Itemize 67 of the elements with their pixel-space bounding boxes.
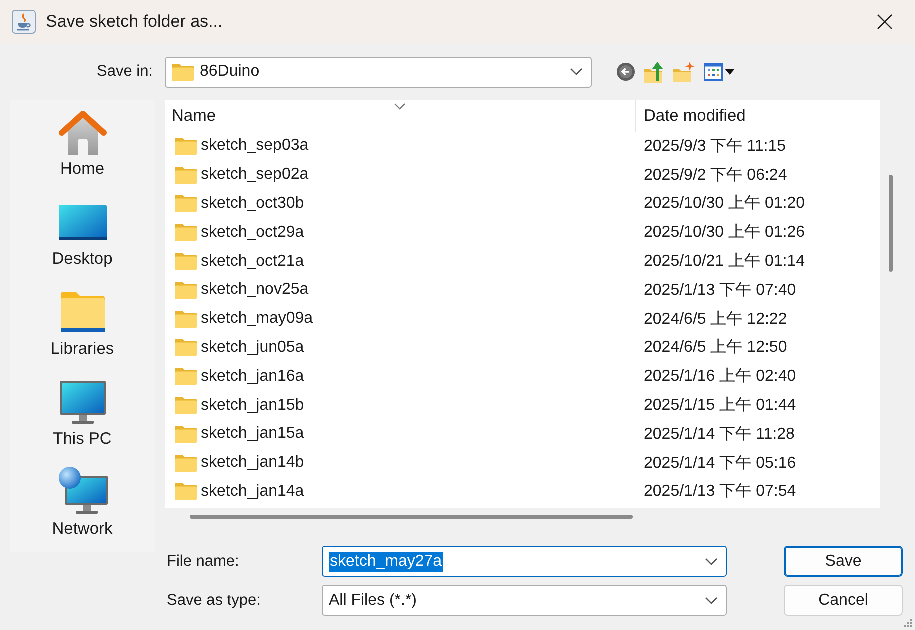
save-button[interactable]: Save	[784, 546, 903, 577]
close-icon[interactable]	[877, 14, 893, 30]
file-name: sketch_jan14b	[201, 454, 304, 472]
save-in-label: Save in:	[96, 63, 153, 81]
folder-icon	[175, 310, 197, 328]
caret-icon[interactable]	[725, 69, 735, 75]
date-modified: 2025/10/30 上午 01:20	[643, 194, 806, 214]
scrollbar-thumb[interactable]	[889, 175, 893, 272]
place-item[interactable]: Home	[10, 100, 155, 190]
file-name: sketch_jan16a	[201, 368, 304, 386]
folder-icon	[175, 454, 197, 472]
folder-icon	[175, 397, 197, 414]
folder-icon	[175, 483, 197, 500]
file-name: sketch_jan15b	[201, 396, 304, 415]
save-in-combo[interactable]: 86Duino	[165, 56, 592, 88]
file-name: sketch_oct29a	[201, 224, 304, 242]
date-modified: 2025/1/13 下午 07:54	[643, 482, 796, 502]
date-modified: 2025/9/3 下午 11:15	[643, 136, 786, 157]
folder-icon	[172, 64, 194, 80]
folder-icon	[175, 224, 197, 242]
folder-icon	[175, 138, 197, 155]
file-name: sketch_sep02a	[201, 166, 309, 184]
file-name: sketch_sep03a	[201, 137, 309, 156]
date-modified: 2025/1/15 上午 01:44	[643, 396, 796, 416]
date-modified: 2025/1/16 上午 02:40	[643, 366, 796, 388]
file-name: sketch_oct30b	[201, 194, 304, 213]
back-icon[interactable]	[617, 63, 635, 81]
date-modified: 2024/6/5 上午 12:50	[643, 338, 788, 358]
file-name: sketch_jan15a	[201, 425, 304, 444]
file-name-label: File name:	[166, 552, 240, 570]
coffee-cup-icon	[12, 10, 36, 34]
file-name-field[interactable]: sketch_may27a	[322, 546, 727, 577]
date-modified: 2024/6/5 上午 12:22	[643, 310, 788, 330]
date-modified: 2025/10/30 上午 01:26	[643, 222, 806, 244]
resize-grip-icon[interactable]	[903, 618, 913, 628]
scrollbar-thumb[interactable]	[190, 515, 633, 519]
place-item[interactable]: Libraries	[10, 280, 155, 370]
grid-view-icon[interactable]	[704, 63, 723, 81]
place-item[interactable]: This PC	[10, 370, 155, 460]
folder-icon	[175, 368, 197, 386]
place-item[interactable]: Network	[10, 460, 155, 550]
cancel-button[interactable]: Cancel	[784, 585, 903, 616]
window-title: Save sketch folder as...	[46, 12, 223, 32]
folder-icon	[175, 282, 197, 299]
folder-sparkle-icon[interactable]	[673, 62, 695, 82]
chevron-down-icon[interactable]	[570, 68, 583, 76]
folder-icon	[175, 195, 197, 212]
place-item[interactable]: Desktop	[10, 190, 155, 280]
file-type-combo[interactable]: All Files (*.*)	[322, 585, 727, 616]
folder-icon	[175, 253, 197, 270]
date-modified: 2025/1/13 下午 07:40	[643, 280, 796, 301]
date-modified: 2025/1/14 下午 11:28	[643, 424, 795, 445]
chevron-down-icon[interactable]	[705, 558, 718, 566]
folder-up-arrow-icon[interactable]	[644, 61, 664, 83]
file-name: sketch_jan14a	[201, 482, 304, 501]
chevron-down-icon[interactable]	[705, 596, 718, 604]
file-name: sketch_oct21a	[201, 252, 304, 271]
folder-icon	[175, 426, 197, 443]
folder-icon	[175, 339, 197, 356]
file-name: sketch_nov25a	[201, 281, 309, 300]
file-name: sketch_jun05a	[201, 338, 304, 357]
file-name: sketch_may09a	[201, 310, 314, 328]
date-modified: 2025/1/14 下午 05:16	[643, 454, 796, 474]
save-as-type-label: Save as type:	[166, 592, 261, 610]
date-modified: 2025/9/2 下午 06:24	[643, 166, 788, 186]
date-modified: 2025/10/21 上午 01:14	[643, 252, 806, 272]
folder-icon	[175, 166, 197, 184]
